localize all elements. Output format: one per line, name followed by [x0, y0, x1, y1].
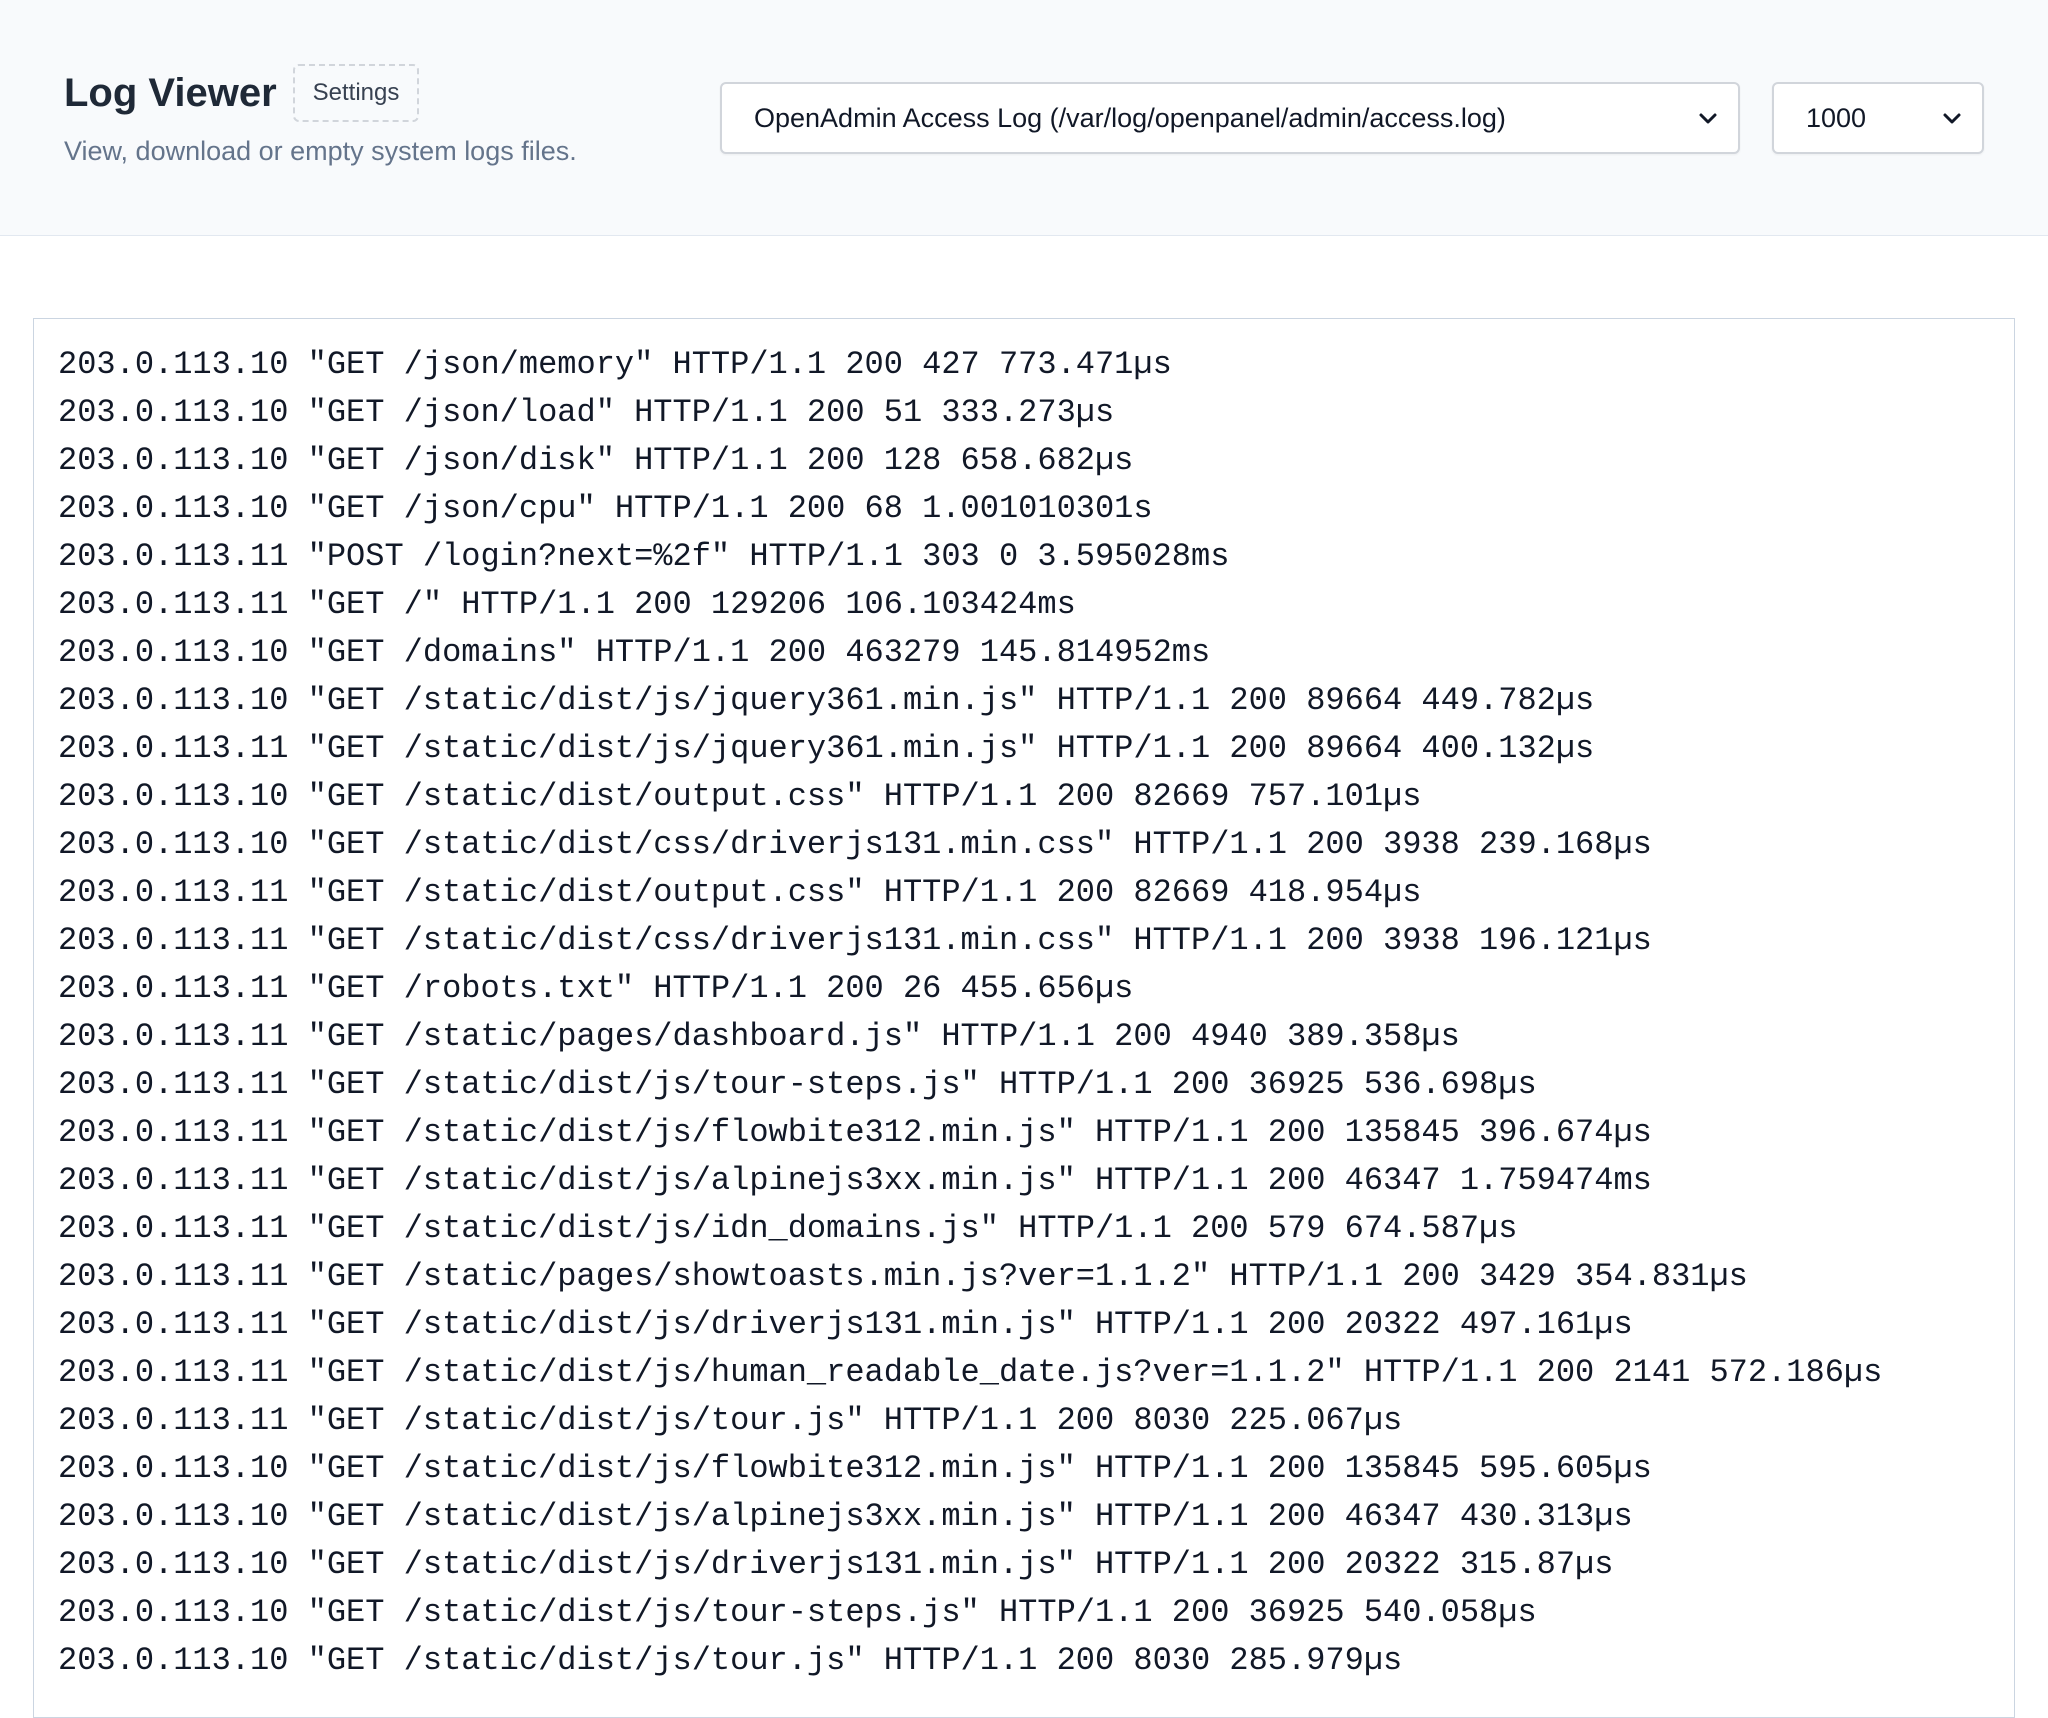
chevron-down-icon — [1699, 113, 1717, 124]
page-title: Log Viewer — [64, 71, 277, 115]
log-line: 203.0.113.11 "GET /static/dist/css/drive… — [58, 922, 1652, 959]
log-line: 203.0.113.10 "GET /static/dist/output.cs… — [58, 778, 1422, 815]
log-line: 203.0.113.11 "GET /static/dist/js/alpine… — [58, 1162, 1652, 1199]
log-line: 203.0.113.10 "GET /static/dist/js/alpine… — [58, 1498, 1633, 1535]
page-header: Log Viewer Settings View, download or em… — [0, 0, 2048, 236]
title-row: Log Viewer Settings — [64, 64, 420, 122]
settings-button[interactable]: Settings — [292, 64, 420, 122]
log-line: 203.0.113.10 "GET /json/cpu" HTTP/1.1 20… — [58, 490, 1153, 527]
log-line: 203.0.113.10 "GET /static/dist/js/flowbi… — [58, 1450, 1652, 1487]
log-line: 203.0.113.11 "GET /static/dist/js/tour.j… — [58, 1402, 1403, 1439]
line-count-select-value: 1000 — [1806, 102, 1867, 133]
log-line: 203.0.113.11 "GET /static/dist/js/driver… — [58, 1306, 1633, 1343]
log-line: 203.0.113.11 "GET /static/pages/dashboar… — [58, 1018, 1460, 1055]
log-line: 203.0.113.11 "GET /robots.txt" HTTP/1.1 … — [58, 970, 1134, 1007]
log-line: 203.0.113.11 "POST /login?next=%2f" HTTP… — [58, 538, 1230, 575]
log-line: 203.0.113.11 "GET /static/dist/js/idn_do… — [58, 1210, 1518, 1247]
log-line: 203.0.113.10 "GET /json/memory" HTTP/1.1… — [58, 346, 1172, 383]
line-count-select[interactable]: 1000 — [1772, 82, 1984, 154]
log-line: 203.0.113.10 "GET /static/dist/js/jquery… — [58, 682, 1595, 719]
log-line: 203.0.113.11 "GET /static/dist/output.cs… — [58, 874, 1422, 911]
log-output[interactable]: 203.0.113.10 "GET /json/memory" HTTP/1.1… — [33, 318, 2015, 1718]
log-file-select-value: OpenAdmin Access Log (/var/log/openpanel… — [754, 102, 1506, 133]
log-line: 203.0.113.11 "GET /" HTTP/1.1 200 129206… — [58, 586, 1076, 623]
log-lines: 203.0.113.10 "GET /json/memory" HTTP/1.1… — [58, 341, 1882, 1685]
log-line: 203.0.113.10 "GET /domains" HTTP/1.1 200… — [58, 634, 1211, 671]
log-line: 203.0.113.11 "GET /static/dist/js/flowbi… — [58, 1114, 1652, 1151]
log-line: 203.0.113.11 "GET /static/dist/js/human_… — [58, 1354, 1883, 1391]
log-file-select[interactable]: OpenAdmin Access Log (/var/log/openpanel… — [720, 82, 1740, 154]
log-line: 203.0.113.11 "GET /static/dist/js/jquery… — [58, 730, 1595, 767]
log-line: 203.0.113.10 "GET /static/dist/js/tour.j… — [58, 1642, 1403, 1679]
chevron-down-icon — [1943, 113, 1961, 124]
log-line: 203.0.113.10 "GET /static/dist/js/driver… — [58, 1546, 1614, 1583]
log-line: 203.0.113.10 "GET /static/dist/js/tour-s… — [58, 1594, 1537, 1631]
log-line: 203.0.113.10 "GET /static/dist/css/drive… — [58, 826, 1652, 863]
log-line: 203.0.113.11 "GET /static/dist/js/tour-s… — [58, 1066, 1537, 1103]
page-subtitle: View, download or empty system logs file… — [64, 136, 577, 166]
log-line: 203.0.113.10 "GET /json/load" HTTP/1.1 2… — [58, 394, 1115, 431]
log-line: 203.0.113.10 "GET /json/disk" HTTP/1.1 2… — [58, 442, 1134, 479]
log-line: 203.0.113.11 "GET /static/pages/showtoas… — [58, 1258, 1748, 1295]
